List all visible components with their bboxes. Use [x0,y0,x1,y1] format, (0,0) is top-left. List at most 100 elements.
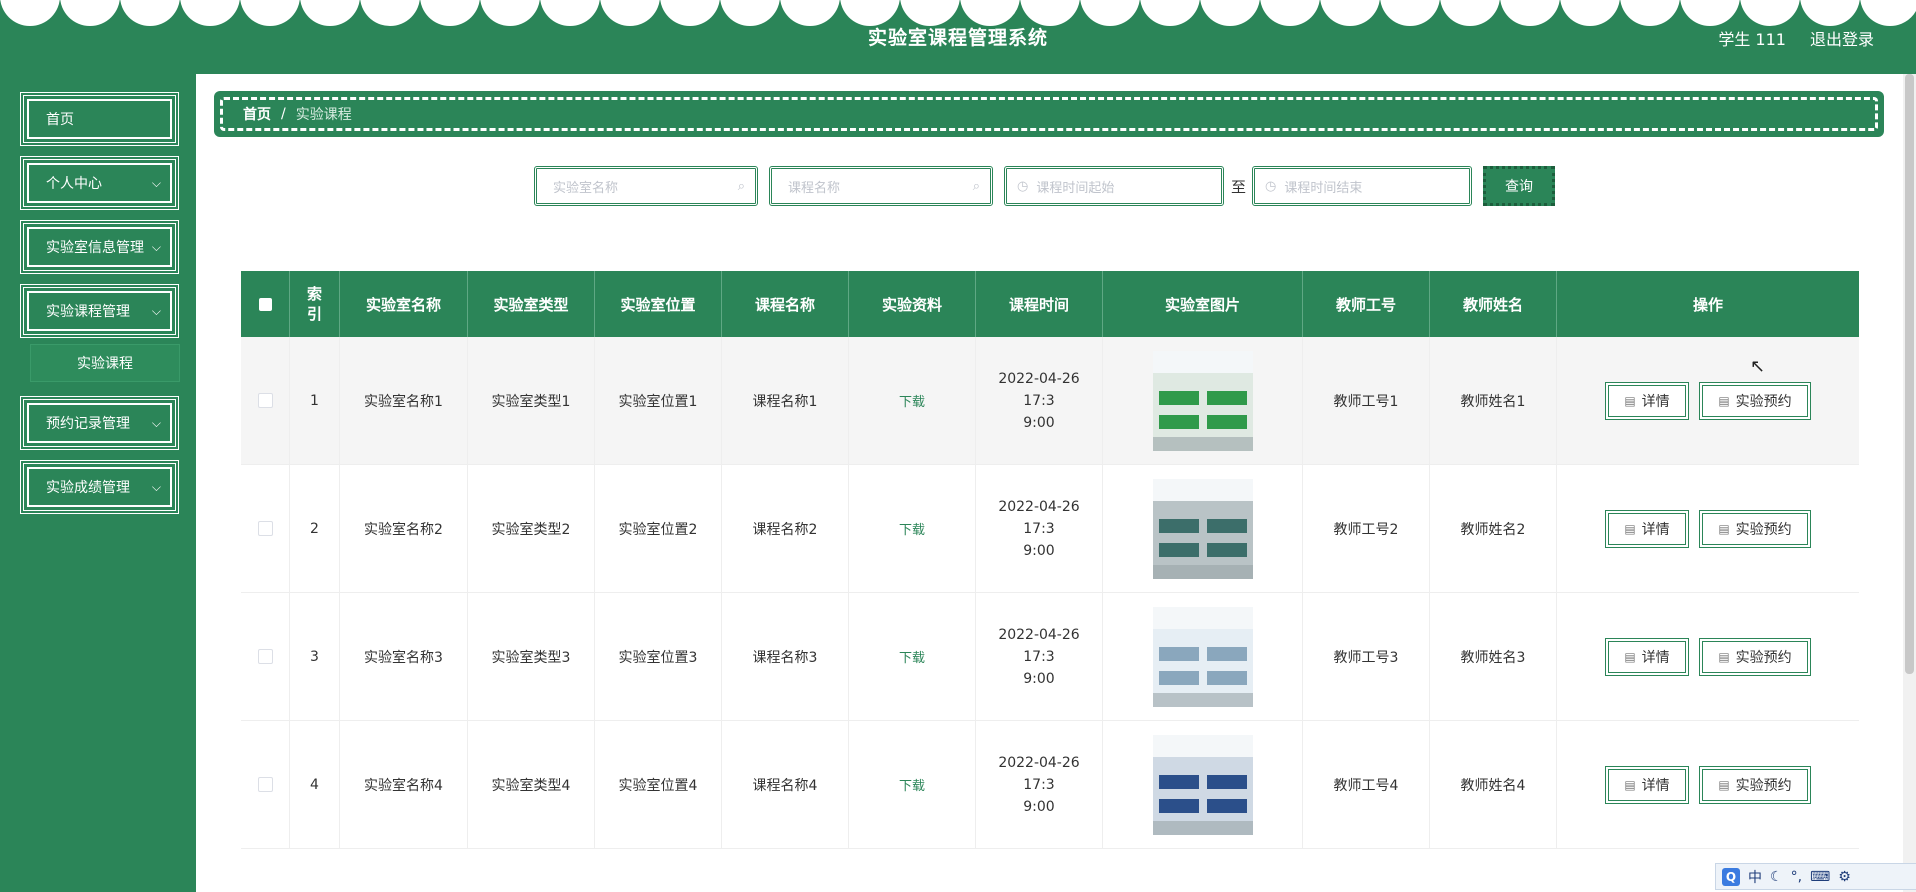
cell-lab-photo [1103,465,1303,593]
punctuation-icon[interactable]: °, [1791,869,1802,885]
row-checkbox[interactable] [257,393,273,408]
range-separator: 至 [1231,178,1247,196]
time-start-input[interactable]: ◷ 课程时间起始 [1004,166,1224,206]
sidebar-item-home[interactable]: 首页 [20,92,179,146]
cell-index: 3 [290,593,340,721]
lab-photo-image[interactable] [1152,734,1253,835]
reserve-label: 实验预约 [1735,777,1792,794]
settings-icon[interactable]: ⚙ [1838,869,1851,885]
col-header: 实验室类型 [468,271,595,337]
cell-teacher-id: 教师工号1 [1303,337,1430,465]
detail-label: 详情 [1641,393,1670,410]
sidebar-item-label: 实验室信息管理 [46,240,144,256]
moon-icon[interactable]: ☾ [1770,869,1783,885]
lab-photo-image[interactable] [1152,478,1253,579]
cell-material: 下载 [849,337,976,465]
breadcrumb-home[interactable]: 首页 [243,104,271,124]
time-line-1: 2022-04-26 17:3 [998,498,1080,537]
reserve-label: 实验预约 [1735,521,1792,538]
cell-lab-type: 实验室类型3 [468,593,595,721]
col-header: 课程时间 [976,271,1103,337]
lab-photo-image[interactable] [1152,606,1253,707]
cell-teacher-name: 教师姓名1 [1430,337,1557,465]
row-select-cell [241,593,290,721]
scrollbar-thumb[interactable] [1905,74,1914,674]
select-all-cell [241,271,290,337]
search-icon: ⌕ [972,179,980,194]
col-header: 索引 [290,271,340,337]
search-bar: 实验室名称 ⌕ 课程名称 ⌕ ◷ 课程时间起始 至 ◷ 课程时间结束 查询 [0,166,1916,206]
cell-material: 下载 [849,721,976,849]
table-row: 1 实验室名称1 实验室类型1 实验室位置1 课程名称1 下载 2022-04-… [241,337,1859,465]
placeholder-text: 实验室名称 [553,180,619,196]
cell-actions: ▤ 详情 ▤ 实验预约 [1557,593,1859,721]
logout-button[interactable]: 退出登录 [1810,26,1874,50]
time-end-input[interactable]: ◷ 课程时间结束 [1252,166,1472,206]
cell-lab-type: 实验室类型4 [468,721,595,849]
cell-lab-location: 实验室位置2 [595,465,722,593]
reserve-label: 实验预约 [1735,649,1792,666]
chevron-down-icon: ⌵ [151,416,161,430]
sidebar-item-reservation-records[interactable]: 预约记录管理 ⌵ [20,396,179,450]
reserve-button[interactable]: ▤ 实验预约 [1699,509,1811,548]
cell-lab-location: 实验室位置4 [595,721,722,849]
lab-photo-image[interactable] [1152,350,1253,451]
ime-logo-icon: Q [1722,867,1740,886]
cell-teacher-name: 教师姓名3 [1430,593,1557,721]
time-line-2: 9:00 [1023,542,1055,559]
download-link[interactable]: 下载 [899,519,925,538]
row-checkbox[interactable] [257,777,273,792]
top-header: 实验室课程管理系统 学生 111 退出登录 [0,0,1916,74]
cell-course-time: 2022-04-26 17:3 9:00 [976,593,1103,721]
table-header: 索引 实验室名称 实验室类型 实验室位置 课程名称 实验资料 课程时间 实验室图… [241,271,1859,337]
download-link[interactable]: 下载 [899,647,925,666]
sidebar-subitem-lab-course[interactable]: 实验课程 [30,344,180,382]
document-icon: ▤ [1624,521,1636,536]
cell-actions: ▤ 详情 ▤ 实验预约 [1557,721,1859,849]
time-line-2: 9:00 [1023,798,1055,815]
placeholder-text: 课程名称 [788,180,841,196]
course-name-search-input[interactable]: 课程名称 ⌕ [769,166,993,206]
cell-teacher-name: 教师姓名4 [1430,721,1557,849]
row-select-cell [241,721,290,849]
cell-teacher-id: 教师工号3 [1303,593,1430,721]
sidebar-item-grades[interactable]: 实验成绩管理 ⌵ [20,460,179,514]
detail-label: 详情 [1641,649,1670,666]
row-checkbox[interactable] [257,649,273,664]
document-icon: ▤ [1718,521,1730,536]
reserve-button[interactable]: ▤ 实验预约 [1699,381,1811,420]
sidebar-item-label: 实验课程管理 [46,304,130,320]
cell-lab-name: 实验室名称1 [340,337,468,465]
detail-button[interactable]: ▤ 详情 [1605,765,1689,804]
cell-actions: ▤ 详情 ▤ 实验预约 [1557,465,1859,593]
ime-toolbar[interactable]: Q 中 ☾ °, ⌨ ⚙ [1715,863,1916,890]
detail-button[interactable]: ▤ 详情 [1605,509,1689,548]
query-button[interactable]: 查询 [1483,166,1555,206]
col-header: 操作 [1692,295,1723,314]
reserve-label: 实验预约 [1735,393,1792,410]
cell-lab-photo [1103,337,1303,465]
sidebar-item-label: 实验成绩管理 [46,480,130,496]
download-link[interactable]: 下载 [899,391,925,410]
detail-button[interactable]: ▤ 详情 [1605,637,1689,676]
col-header: 实验室位置 [595,271,722,337]
row-checkbox[interactable] [257,521,273,536]
keyboard-icon[interactable]: ⌨ [1810,869,1830,885]
placeholder-text: 课程时间起始 [1036,180,1115,196]
cell-course-time: 2022-04-26 17:3 9:00 [976,465,1103,593]
sidebar-item-lab-info[interactable]: 实验室信息管理 ⌵ [20,220,179,274]
reserve-button[interactable]: ▤ 实验预约 [1699,637,1811,676]
lab-name-search-input[interactable]: 实验室名称 ⌕ [534,166,758,206]
app-title: 实验室课程管理系统 [867,27,1048,49]
cell-actions: ▤ 详情 ▤ 实验预约 [1557,337,1859,465]
reserve-button[interactable]: ▤ 实验预约 [1699,765,1811,804]
time-line-2: 9:00 [1023,670,1055,687]
breadcrumb: 首页 / 实验课程 [214,91,1884,137]
cell-lab-location: 实验室位置3 [595,593,722,721]
detail-button[interactable]: ▤ 详情 [1605,381,1689,420]
download-link[interactable]: 下载 [899,775,925,794]
ime-language[interactable]: 中 [1748,867,1762,887]
select-all-checkbox[interactable] [258,297,272,311]
vertical-scrollbar[interactable] [1903,74,1916,892]
sidebar-item-course-management[interactable]: 实验课程管理 ⌵ [20,284,179,338]
